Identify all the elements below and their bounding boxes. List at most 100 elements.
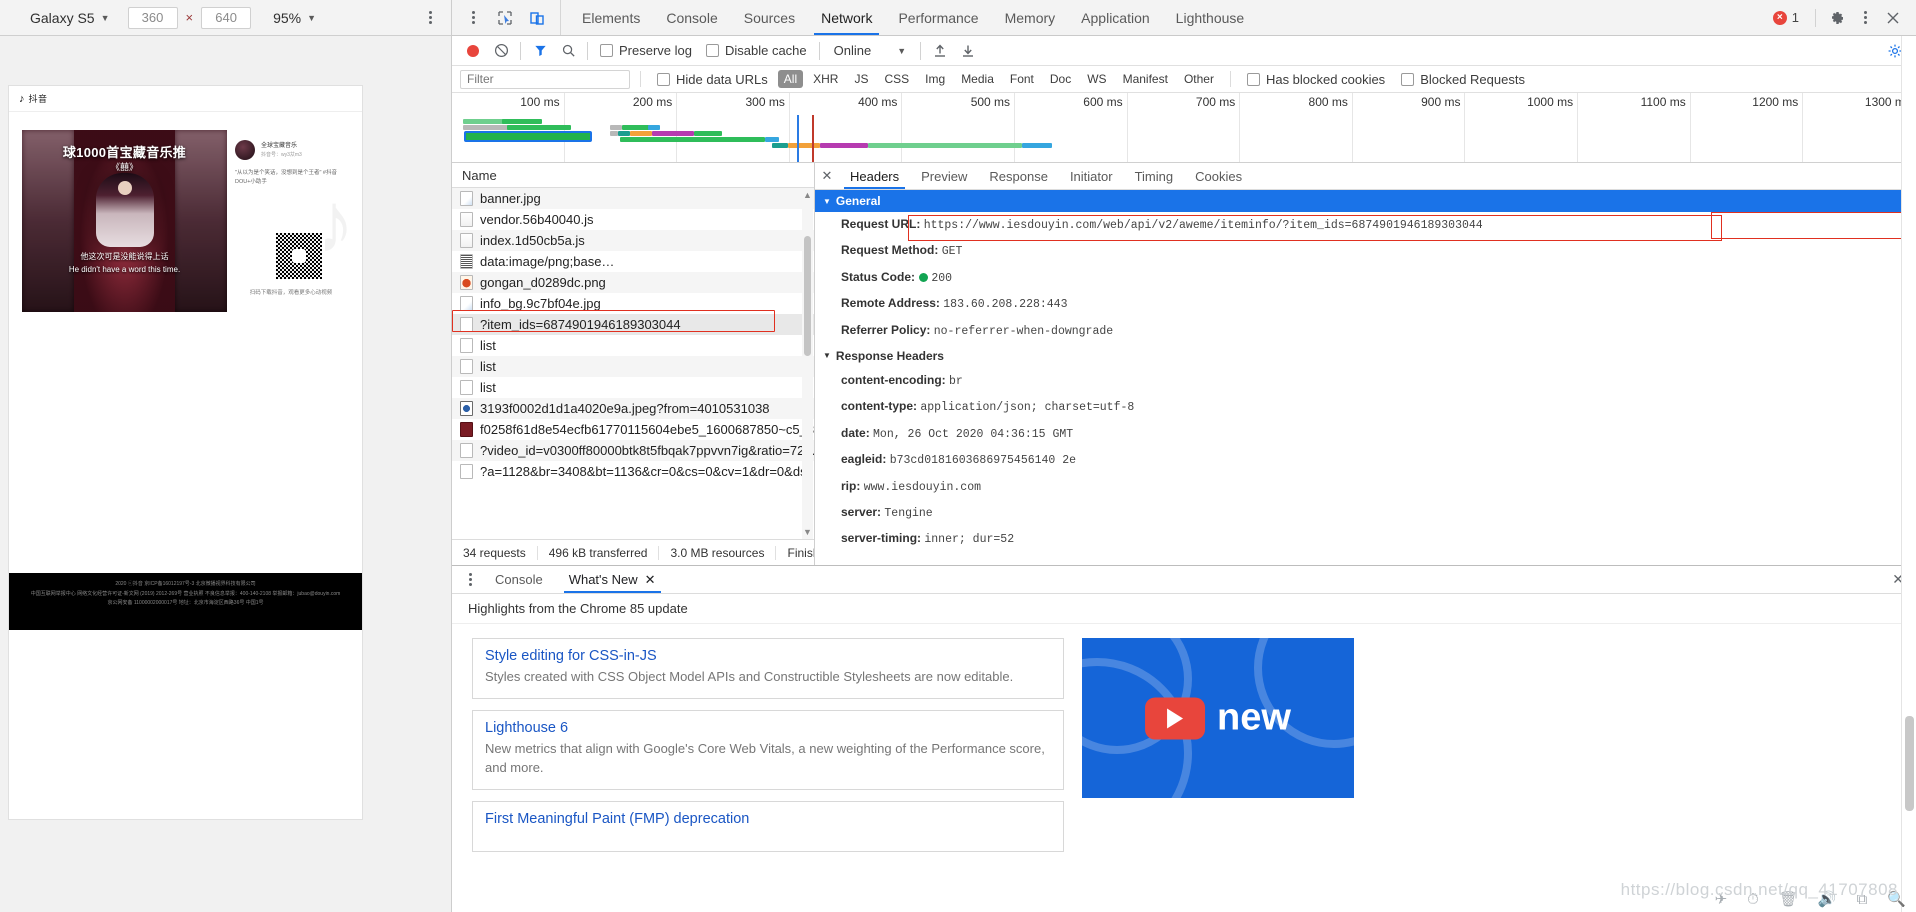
has-blocked-cookies-checkbox[interactable]: Has blocked cookies xyxy=(1241,72,1391,87)
request-row[interactable]: ?video_id=v0300ff80000btk8t5fbqak7ppvvn7… xyxy=(452,440,814,461)
devtools-main-menu-button[interactable] xyxy=(464,9,482,27)
scrollbar-thumb[interactable] xyxy=(804,236,811,356)
close-icon[interactable] xyxy=(1880,5,1906,31)
video-thumbnail[interactable]: 球1000首宝藏音乐推 《囍》 他这次可是没能说得上话 He didn't ha… xyxy=(22,130,227,312)
viewport-width-input[interactable]: 360 xyxy=(127,6,178,29)
request-row[interactable]: 3193f0002d1d1a4020e9a.jpeg?from=40105310… xyxy=(452,398,814,419)
settings-gear-icon[interactable] xyxy=(1824,5,1850,31)
request-name: ?item_ids=6874901946189303044 xyxy=(480,317,681,332)
device-viewport[interactable]: ♪ 抖音 球1000首宝藏音乐推 《囍》 他这次可是没能说得上话 He didn… xyxy=(8,85,363,820)
filter-input[interactable] xyxy=(460,69,630,89)
request-row[interactable]: info_bg.9c7bf04e.jpg xyxy=(452,293,814,314)
right-rail xyxy=(1901,36,1916,912)
whats-new-media[interactable]: new xyxy=(1082,638,1354,798)
request-row[interactable]: data:image/png;base… xyxy=(452,251,814,272)
type-filter-ws[interactable]: WS xyxy=(1081,70,1112,88)
type-filter-doc[interactable]: Doc xyxy=(1044,70,1077,88)
blocked-requests-checkbox[interactable]: Blocked Requests xyxy=(1395,72,1531,87)
card-title[interactable]: Lighthouse 6 xyxy=(485,720,1051,736)
tab-memory[interactable]: Memory xyxy=(992,0,1069,35)
type-filter-all[interactable]: All xyxy=(777,70,804,88)
detail-tab-headers[interactable]: Headers xyxy=(839,163,910,189)
device-selector[interactable]: Galaxy S5 ▼ xyxy=(30,10,110,26)
tab-elements[interactable]: Elements xyxy=(569,0,653,35)
zoom-selector[interactable]: 95% ▼ xyxy=(273,10,316,26)
tick-label: 1100 ms xyxy=(1640,95,1686,109)
tab-sources[interactable]: Sources xyxy=(731,0,808,35)
cursor-inspect-icon[interactable] xyxy=(492,5,518,31)
video-subtitle-overlay: 《囍》 xyxy=(110,162,138,172)
tab-application[interactable]: Application xyxy=(1068,0,1163,35)
detail-tab-preview[interactable]: Preview xyxy=(910,163,978,189)
export-har-icon[interactable] xyxy=(955,38,981,64)
close-detail-icon[interactable]: ✕ xyxy=(815,163,839,189)
request-row[interactable]: f0258f61d8e54ecfb61770115604ebe5_1600687… xyxy=(452,419,814,440)
close-icon[interactable]: ✕ xyxy=(645,572,656,588)
tab-performance[interactable]: Performance xyxy=(885,0,991,35)
request-row[interactable]: vendor.56b40040.js xyxy=(452,209,814,230)
tab-lighthouse[interactable]: Lighthouse xyxy=(1163,0,1258,35)
request-row[interactable]: ?a=1128&br=3408&bt=1136&cr=0&cs=0&cv=1&d… xyxy=(452,461,814,482)
devtools-more-options-button[interactable] xyxy=(1856,9,1874,27)
tab-console[interactable]: Console xyxy=(653,0,730,35)
disable-cache-checkbox[interactable]: Disable cache xyxy=(700,43,813,58)
request-row[interactable]: index.1d50cb5a.js xyxy=(452,230,814,251)
video-character xyxy=(95,173,154,248)
throttling-selector[interactable]: Online ▼ xyxy=(826,43,915,58)
type-filter-font[interactable]: Font xyxy=(1004,70,1040,88)
type-filter-xhr[interactable]: XHR xyxy=(807,70,844,88)
type-filter-img[interactable]: Img xyxy=(919,70,951,88)
scroll-up-arrow[interactable]: ▲ xyxy=(802,190,813,200)
clear-button[interactable] xyxy=(488,38,514,64)
rail-scrollbar-thumb[interactable] xyxy=(1905,716,1914,811)
detail-tab-cookies[interactable]: Cookies xyxy=(1184,163,1253,189)
request-row[interactable]: list xyxy=(452,335,814,356)
request-row-selected[interactable]: ?item_ids=6874901946189303044 xyxy=(452,314,814,335)
detail-tab-initiator[interactable]: Initiator xyxy=(1059,163,1124,189)
card-title[interactable]: Style editing for CSS-in-JS xyxy=(485,648,1051,664)
request-row[interactable]: banner.jpg xyxy=(452,188,814,209)
type-filter-other[interactable]: Other xyxy=(1178,70,1220,88)
record-button[interactable] xyxy=(460,38,486,64)
drawer-tab-whats-new[interactable]: What's New ✕ xyxy=(556,566,669,593)
request-row[interactable]: list xyxy=(452,356,814,377)
request-list[interactable]: banner.jpg vendor.56b40040.js index.1d50… xyxy=(452,188,814,539)
video-title-overlay: 球1000首宝藏音乐推 xyxy=(62,145,187,160)
whats-new-card[interactable]: Lighthouse 6 New metrics that align with… xyxy=(472,709,1064,790)
type-filter-manifest[interactable]: Manifest xyxy=(1117,70,1174,88)
request-row[interactable]: gongan_d0289dc.png xyxy=(452,272,814,293)
response-headers-section-header[interactable]: ▼ Response Headers xyxy=(815,344,1916,368)
search-icon[interactable] xyxy=(555,38,581,64)
whats-new-card[interactable]: First Meaningful Paint (FMP) deprecation xyxy=(472,800,1064,852)
author-block[interactable]: 全球宝藏音乐 抖音号：wy3苁m3 xyxy=(235,140,341,160)
header-key: content-type xyxy=(841,399,913,414)
tab-network[interactable]: Network xyxy=(808,0,885,35)
type-filter-js[interactable]: JS xyxy=(848,70,874,88)
card-title[interactable]: First Meaningful Paint (FMP) deprecation xyxy=(485,811,1051,827)
type-filter-css[interactable]: CSS xyxy=(878,70,915,88)
detail-tabs: ✕ Headers Preview Response Initiator Tim… xyxy=(815,163,1916,190)
hide-data-urls-checkbox[interactable]: Hide data URLs xyxy=(651,72,774,87)
resource-type-icon xyxy=(460,401,473,416)
drawer-more-button[interactable] xyxy=(458,566,482,593)
type-filter-media[interactable]: Media xyxy=(955,70,1000,88)
request-row[interactable]: list xyxy=(452,377,814,398)
chevron-down-icon: ▼ xyxy=(100,12,110,23)
funnel-icon[interactable] xyxy=(527,38,553,64)
tick-label: 1000 ms xyxy=(1527,95,1574,109)
detail-tab-response[interactable]: Response xyxy=(978,163,1059,189)
whats-new-card[interactable]: Style editing for CSS-in-JS Styles creat… xyxy=(472,638,1064,699)
scroll-down-arrow[interactable]: ▼ xyxy=(802,527,813,537)
error-count-badge[interactable]: × 1 xyxy=(1772,10,1807,25)
preserve-log-checkbox[interactable]: Preserve log xyxy=(594,43,698,58)
import-har-icon[interactable] xyxy=(927,38,953,64)
device-toolbar-more-button[interactable] xyxy=(421,9,439,27)
request-list-header[interactable]: Name xyxy=(452,163,814,188)
drawer-tab-console[interactable]: Console xyxy=(482,566,556,593)
viewport-height-input[interactable]: 640 xyxy=(201,6,252,29)
request-list-scrollbar[interactable]: ▲ ▼ xyxy=(802,188,813,539)
general-section-header[interactable]: ▼ General xyxy=(815,190,1916,212)
detail-tab-timing[interactable]: Timing xyxy=(1124,163,1185,189)
device-toggle-icon[interactable] xyxy=(524,5,550,31)
network-overview-timeline[interactable]: 100 ms 200 ms 300 ms 400 ms 500 ms 600 m… xyxy=(452,93,1916,163)
